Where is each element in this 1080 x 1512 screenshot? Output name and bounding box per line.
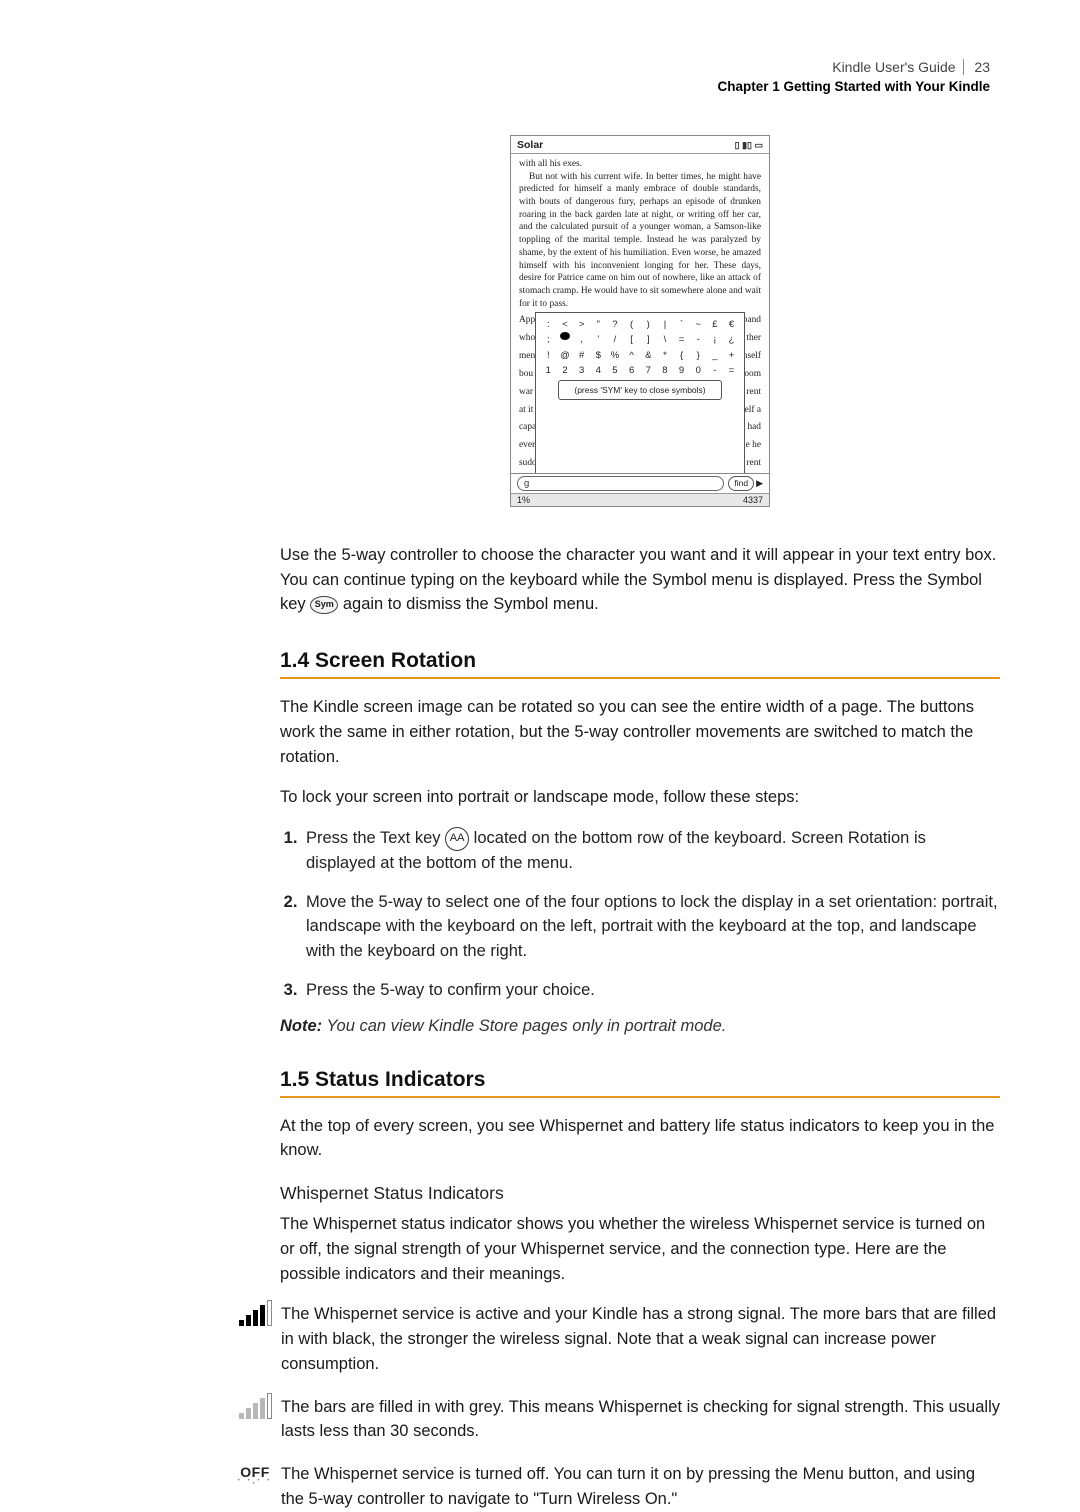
figure-search-bar: g find ▶	[511, 473, 769, 493]
figure-body-text: with all his exes. But not with his curr…	[511, 154, 769, 312]
note-text: You can view Kindle Store pages only in …	[322, 1017, 726, 1035]
symbol-row-1: :<>"?()|`~£€	[540, 317, 740, 332]
figure-arrow-icon: ▶	[756, 478, 763, 489]
kindle-screenshot-figure: Solar ▯ ▮▯ ▭ with all his exes. But not …	[510, 135, 770, 507]
figure-overlay-region: Appbandwhothermennselfbouoomwarrentat it…	[511, 312, 769, 473]
off-label: OFF	[235, 1464, 275, 1480]
note: Note: You can view Kindle Store pages on…	[280, 1017, 1000, 1036]
figure-progress-percent: 1%	[517, 495, 530, 505]
indicator-row-checking: The bars are filled in with grey. This m…	[235, 1395, 1000, 1445]
section-1-5-para-2: The Whispernet status indicator shows yo…	[280, 1212, 1000, 1286]
section-1-4-heading: 1.4 Screen Rotation	[280, 649, 1000, 673]
sym-key-icon: Sym	[310, 596, 338, 614]
figure-container: Solar ▯ ▮▯ ▭ with all his exes. But not …	[280, 135, 1000, 508]
text-key-icon: AA	[445, 827, 469, 851]
section-1-5-heading: 1.5 Status Indicators	[280, 1068, 1000, 1092]
section-1-5-para-1: At the top of every screen, you see Whis…	[280, 1114, 1000, 1164]
symbol-row-4: 1234567890-=	[540, 363, 740, 378]
step-3: Press the 5-way to confirm your choice.	[302, 978, 1000, 1003]
step-2: Move the 5-way to select one of the four…	[302, 890, 1000, 964]
off-dots-icon: • • • • •	[235, 1480, 275, 1486]
step-1: Press the Text key AA located on the bot…	[302, 826, 1000, 876]
header-line-1: Kindle User's Guide 23	[717, 58, 990, 78]
chapter-title: Chapter 1 Getting Started with Your Kind…	[717, 78, 990, 97]
indicator-text-strong: The Whispernet service is active and you…	[281, 1302, 1000, 1376]
indicator-row-strong: The Whispernet service is active and you…	[235, 1302, 1000, 1376]
symbol-row-2: ;,'/[]\=-¡¿	[540, 332, 740, 347]
note-label: Note:	[280, 1017, 322, 1035]
signal-strong-icon	[235, 1302, 275, 1331]
figure-bottom-bar: 1% 4337	[511, 493, 769, 506]
figure-find-button: find	[728, 476, 754, 491]
main-content: Solar ▯ ▮▯ ▭ with all his exes. But not …	[280, 135, 1000, 1512]
indicator-text-checking: The bars are filled in with grey. This m…	[281, 1395, 1000, 1445]
section-rule	[280, 677, 1000, 679]
figure-first-line: with all his exes.	[519, 158, 761, 171]
section-1-4-para-2: To lock your screen into portrait or lan…	[280, 785, 1000, 810]
page-header: Kindle User's Guide 23 Chapter 1 Getting…	[717, 58, 990, 96]
page-number: 23	[963, 59, 990, 75]
section-rule	[280, 1096, 1000, 1098]
symbol-row-3: !@#$%^&*{}_+	[540, 348, 740, 363]
paragraph-symbol-instructions: Use the 5-way controller to choose the c…	[280, 543, 1000, 617]
whispernet-subhead: Whispernet Status Indicators	[280, 1183, 1000, 1204]
symbol-menu-overlay: :<>"?()|`~£€ ;,'/[]\=-¡¿ !@#$%^&*{}_+ 12…	[535, 312, 745, 473]
screen-rotation-steps: Press the Text key AA located on the bot…	[280, 826, 1000, 1003]
signal-off-icon: OFF • • • • •	[235, 1462, 275, 1486]
figure-status-icons: ▯ ▮▯ ▭	[735, 140, 763, 151]
symbol-hint: (press 'SYM' key to close symbols)	[558, 380, 722, 400]
guide-title: Kindle User's Guide	[832, 59, 955, 75]
section-1-4-para-1: The Kindle screen image can be rotated s…	[280, 695, 1000, 769]
figure-topbar: Solar ▯ ▮▯ ▭	[511, 136, 769, 154]
indicator-text-off: The Whispernet service is turned off. Yo…	[281, 1462, 1000, 1512]
page: Kindle User's Guide 23 Chapter 1 Getting…	[0, 0, 1080, 1397]
figure-book-title: Solar	[517, 139, 543, 151]
indicator-row-off: OFF • • • • • The Whispernet service is …	[235, 1462, 1000, 1512]
signal-checking-icon	[235, 1395, 275, 1424]
figure-search-input: g	[517, 476, 724, 491]
figure-location-number: 4337	[743, 495, 763, 505]
figure-main-para: But not with his current wife. In better…	[519, 171, 761, 311]
